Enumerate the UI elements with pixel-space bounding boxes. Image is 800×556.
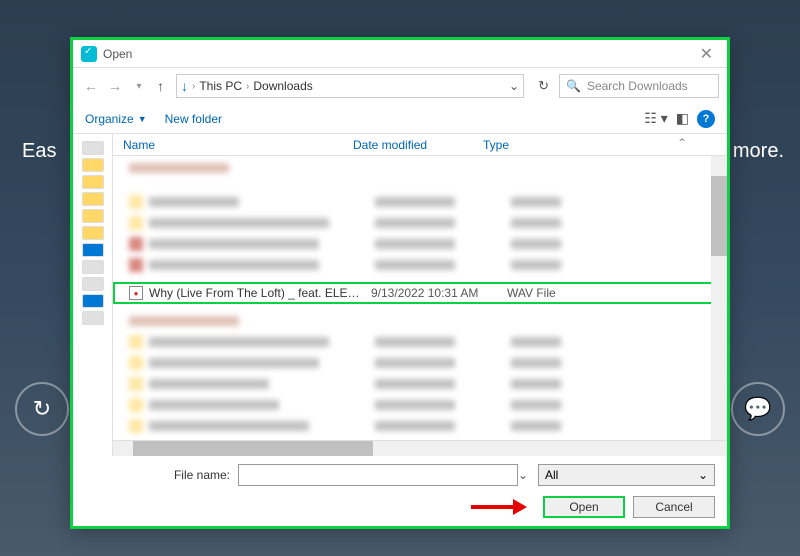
file-row-selected[interactable]: ● Why (Live From The Loft) _ feat. ELEVA… — [113, 282, 727, 304]
file-row-blurred[interactable] — [113, 333, 727, 351]
view-options-button[interactable]: ☷ ▾ — [644, 110, 667, 127]
main-area: Name Date modified Type ⌃ ● Why (Live Fr… — [73, 134, 727, 456]
search-input[interactable]: 🔍 Search Downloads — [559, 74, 719, 98]
file-row-blurred[interactable] — [113, 354, 727, 372]
nav-item[interactable] — [82, 175, 104, 189]
column-headers: Name Date modified Type ⌃ — [113, 134, 727, 156]
chevron-right-icon: › — [192, 81, 195, 92]
file-row-blurred[interactable] — [113, 193, 727, 211]
scroll-thumb-h[interactable] — [133, 441, 373, 456]
scroll-thumb[interactable] — [711, 176, 727, 256]
wav-file-icon: ● — [129, 286, 143, 300]
file-list: Name Date modified Type ⌃ ● Why (Live Fr… — [113, 134, 727, 456]
search-icon: 🔍 — [566, 79, 581, 93]
close-button[interactable]: ✕ — [694, 44, 719, 64]
nav-up-button[interactable]: ↑ — [157, 78, 164, 94]
nav-recent-dropdown[interactable]: ▾ — [129, 76, 149, 96]
downloads-icon: ↓ — [181, 78, 188, 94]
bg-circle-button-right[interactable]: 💬 — [731, 382, 785, 436]
breadcrumb-bar[interactable]: ↓ › This PC › Downloads ⌄ — [176, 74, 524, 98]
file-row-blurred[interactable] — [113, 214, 727, 232]
column-date-header[interactable]: Date modified — [353, 138, 483, 152]
refresh-button[interactable]: ↻ — [538, 78, 549, 94]
nav-item[interactable] — [82, 311, 104, 325]
file-row-blurred[interactable] — [113, 256, 727, 274]
nav-pane[interactable] — [73, 134, 113, 456]
file-type-filter[interactable]: All ⌄ — [538, 464, 715, 486]
filename-dropdown[interactable]: ⌄ — [518, 468, 530, 482]
toolbar: Organize ▼ New folder ☷ ▾ ◧ ? — [73, 104, 727, 134]
breadcrumb-dropdown[interactable]: ⌄ — [509, 79, 519, 93]
cancel-button[interactable]: Cancel — [633, 496, 715, 518]
column-type-header[interactable]: Type — [483, 138, 727, 152]
nav-item[interactable] — [82, 277, 104, 291]
nav-item[interactable] — [82, 209, 104, 223]
open-file-dialog: Open ✕ ← → ▾ ↑ ↓ › This PC › Downloads ⌄… — [70, 37, 730, 529]
refresh-loop-icon: ↻ — [33, 396, 51, 422]
nav-item[interactable] — [82, 243, 104, 257]
filename-input[interactable] — [238, 464, 518, 486]
open-button[interactable]: Open — [543, 496, 625, 518]
toolbar-right: ☷ ▾ ◧ ? — [644, 110, 715, 128]
dialog-title: Open — [103, 47, 132, 61]
file-name: Why (Live From The Loft) _ feat. ELEVATI… — [149, 286, 365, 300]
nav-item[interactable] — [82, 141, 104, 155]
horizontal-scrollbar[interactable] — [113, 440, 727, 456]
chevron-down-icon: ⌄ — [698, 468, 708, 482]
file-row-blurred[interactable] — [113, 375, 727, 393]
nav-item[interactable] — [82, 226, 104, 240]
chat-icon: 💬 — [744, 396, 771, 422]
buttons-row: Open Cancel — [85, 496, 715, 518]
nav-forward-button: → — [105, 76, 125, 96]
chevron-down-icon: ▼ — [138, 114, 147, 124]
navbar: ← → ▾ ↑ ↓ › This PC › Downloads ⌄ ↻ 🔍 Se… — [73, 68, 727, 104]
nav-item[interactable] — [82, 294, 104, 308]
file-rows: ● Why (Live From The Loft) _ feat. ELEVA… — [113, 156, 727, 440]
app-icon — [81, 46, 97, 62]
file-date: 9/13/2022 10:31 AM — [371, 286, 501, 300]
background-text-right: more. — [733, 140, 784, 163]
breadcrumb-this-pc[interactable]: This PC — [199, 79, 242, 93]
file-row-blurred[interactable] — [113, 235, 727, 253]
nav-item[interactable] — [82, 158, 104, 172]
background-text-left: Eas — [22, 140, 56, 163]
annotation-arrow — [471, 497, 531, 517]
new-folder-button[interactable]: New folder — [165, 112, 222, 126]
breadcrumb-downloads[interactable]: Downloads — [253, 79, 312, 93]
nav-item[interactable] — [82, 260, 104, 274]
bg-circle-button-left[interactable]: ↻ — [15, 382, 69, 436]
vertical-scrollbar[interactable] — [711, 156, 727, 440]
file-type: WAV File — [507, 286, 556, 300]
filter-value: All — [545, 468, 558, 482]
nav-back-button[interactable]: ← — [81, 76, 101, 96]
file-row-blurred[interactable] — [113, 312, 727, 330]
nav-item[interactable] — [82, 192, 104, 206]
titlebar: Open ✕ — [73, 40, 727, 68]
file-row-blurred[interactable] — [113, 159, 727, 177]
column-name-header[interactable]: Name — [113, 138, 353, 152]
preview-pane-button[interactable]: ◧ — [676, 110, 689, 127]
search-placeholder: Search Downloads — [587, 79, 688, 93]
filename-label: File name: — [85, 468, 230, 482]
help-button[interactable]: ? — [697, 110, 715, 128]
sort-indicator-icon: ⌃ — [677, 136, 687, 150]
file-row-blurred[interactable] — [113, 417, 727, 435]
bottom-panel: File name: ⌄ All ⌄ Open Cancel — [73, 456, 727, 526]
filename-row: File name: ⌄ All ⌄ — [85, 464, 715, 486]
chevron-right-icon: › — [246, 81, 249, 92]
file-row-blurred[interactable] — [113, 396, 727, 414]
organize-menu[interactable]: Organize ▼ — [85, 112, 147, 126]
